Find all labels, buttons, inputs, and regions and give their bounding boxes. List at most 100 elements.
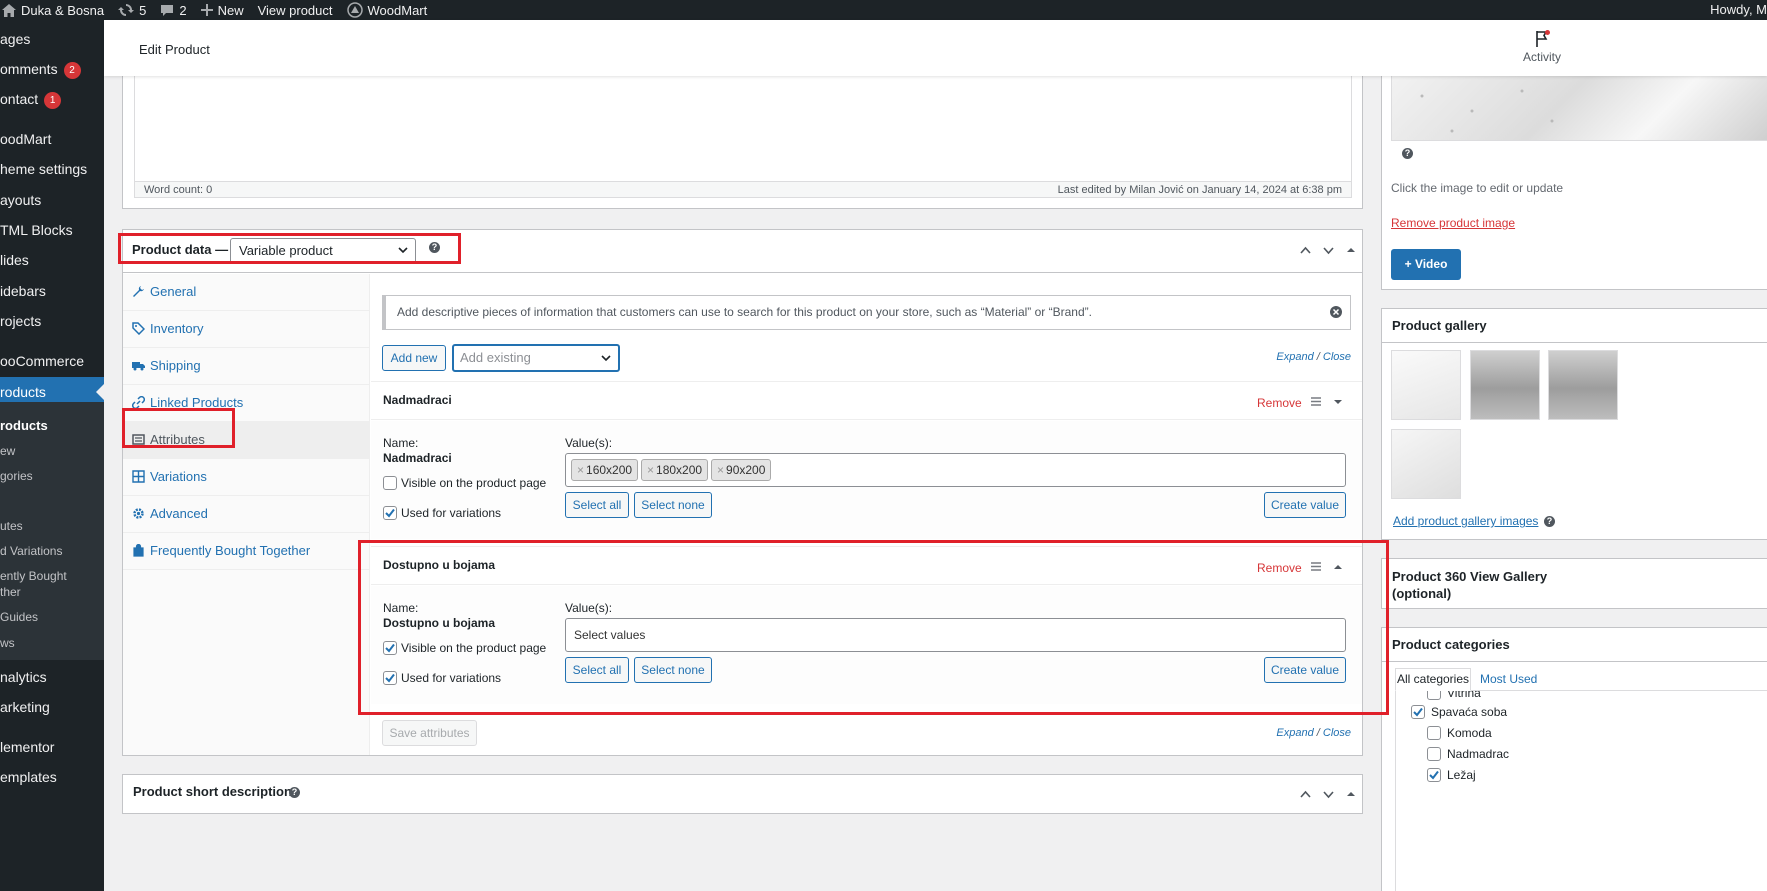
visible-on-product-page-checkbox[interactable]: Visible on the product page — [383, 476, 546, 490]
gear-icon — [133, 508, 144, 519]
category-item[interactable]: Vitrina — [1427, 691, 1481, 700]
menu-theme-settings[interactable]: heme settings — [0, 154, 104, 184]
move-down-icon[interactable] — [1322, 244, 1335, 257]
move-up-icon[interactable] — [1299, 788, 1312, 801]
menu-label: TML Blocks — [0, 222, 73, 238]
menu-marketing[interactable]: arketing — [0, 692, 104, 722]
help-icon[interactable]: ? — [289, 787, 300, 798]
help-icon[interactable]: ? — [1544, 516, 1555, 527]
submenu-all-products[interactable]: roducts — [0, 418, 104, 434]
add-existing-attribute-select[interactable]: Add existing — [452, 344, 620, 372]
gallery-header[interactable]: Product gallery — [1382, 309, 1767, 343]
values-select[interactable]: × 160x200 × 180x200 × 90x200 — [565, 453, 1346, 487]
menu-templates[interactable]: emplates — [0, 762, 104, 792]
home-icon — [2, 3, 16, 17]
submenu-attributes[interactable]: utes — [0, 518, 104, 534]
close-link[interactable]: Close — [1323, 727, 1351, 739]
menu-slides[interactable]: lides — [0, 245, 104, 275]
submenu-reviews[interactable]: ws — [0, 635, 104, 651]
close-link[interactable]: Close — [1323, 351, 1351, 363]
category-item[interactable]: Komoda — [1427, 726, 1492, 740]
view-product-link[interactable]: View product — [258, 3, 333, 18]
menu-elementor[interactable]: lementor — [0, 732, 104, 762]
menu-projects[interactable]: rojects — [0, 306, 104, 336]
categories-header[interactable]: Product categories — [1382, 628, 1767, 662]
expand-link[interactable]: Expand — [1276, 351, 1313, 363]
collapse-toggle-icon[interactable] — [1346, 789, 1356, 799]
remove-chip-icon[interactable]: × — [577, 463, 584, 477]
gallery-thumb[interactable] — [1548, 350, 1618, 420]
menu-pages[interactable]: ages — [0, 24, 104, 54]
tab-all-categories[interactable]: All categories — [1395, 668, 1471, 691]
howdy-user[interactable]: Howdy, M — [1710, 0, 1767, 20]
value-chip[interactable]: × 90x200 — [711, 459, 772, 481]
move-down-icon[interactable] — [1322, 788, 1335, 801]
menu-woocommerce[interactable]: ooCommerce — [0, 346, 104, 376]
remove-chip-icon[interactable]: × — [717, 463, 724, 477]
category-item[interactable]: Spavaća soba — [1411, 705, 1507, 719]
select-none-button[interactable]: Select none — [634, 492, 712, 518]
used-for-variations-checkbox[interactable]: Used for variations — [383, 506, 501, 520]
close-icon[interactable] — [1330, 306, 1342, 318]
woodmart-label: WoodMart — [367, 2, 428, 18]
product-image[interactable] — [1391, 76, 1767, 141]
comments-badge: 2 — [63, 62, 81, 79]
create-value-button[interactable]: Create value — [1264, 492, 1346, 518]
drag-handle-icon[interactable] — [1311, 397, 1321, 406]
tab-general[interactable]: General — [123, 274, 370, 311]
expand-link[interactable]: Expand — [1276, 727, 1313, 739]
select-all-button[interactable]: Select all — [565, 492, 629, 518]
gallery-thumb[interactable] — [1391, 350, 1461, 420]
remove-product-image-link[interactable]: Remove product image — [1391, 216, 1515, 230]
submenu-categories[interactable]: gories — [0, 468, 104, 484]
submenu-frequently-bought[interactable]: ently Bought — [0, 568, 104, 584]
attribute-header[interactable]: Nadmadraci Remove — [371, 382, 1362, 420]
add-gallery-images-link[interactable]: Add product gallery images — [1393, 514, 1538, 528]
add-video-button[interactable]: + Video — [1391, 249, 1461, 280]
site-name-link[interactable]: Duka & Bosna — [2, 3, 104, 18]
submenu-frequently-bought-line2: ther — [0, 585, 21, 599]
submenu-add-new[interactable]: ew — [0, 443, 104, 459]
gallery-thumb[interactable] — [1391, 429, 1461, 499]
gallery-thumb[interactable] — [1470, 350, 1540, 420]
notice-text: Add descriptive pieces of information th… — [397, 305, 1092, 319]
menu-analytics[interactable]: nalytics — [0, 662, 104, 692]
tab-shipping[interactable]: Shipping — [123, 348, 370, 385]
updates-link[interactable]: 5 — [118, 3, 146, 18]
collapse-toggle-icon[interactable] — [1346, 245, 1356, 255]
tab-most-used[interactable]: Most Used — [1480, 672, 1537, 686]
remove-attribute-link[interactable]: Remove — [1257, 396, 1302, 410]
menu-html-blocks[interactable]: TML Blocks — [0, 215, 104, 245]
save-attributes-button[interactable]: Save attributes — [382, 720, 477, 746]
move-up-icon[interactable] — [1299, 244, 1312, 257]
tab-inventory[interactable]: Inventory — [123, 311, 370, 348]
category-item[interactable]: Nadmadrac — [1427, 747, 1509, 761]
help-icon[interactable]: ? — [1402, 148, 1413, 159]
product-360-title[interactable]: Product 360 View Gallery (optional) — [1392, 568, 1562, 602]
woodmart-link[interactable]: WoodMart — [346, 2, 428, 18]
category-item[interactable]: Ležaj — [1427, 768, 1476, 782]
comments-link[interactable]: 2 — [160, 3, 187, 18]
tab-advanced[interactable]: Advanced — [123, 496, 370, 533]
menu-layouts[interactable]: ayouts — [0, 185, 104, 215]
tab-variations[interactable]: Variations — [123, 459, 370, 496]
remove-chip-icon[interactable]: × — [647, 463, 654, 477]
attribute-row: Nadmadraci Remove Name: Nadmadraci Visib… — [371, 381, 1362, 541]
add-new-attribute-button[interactable]: Add new — [382, 345, 446, 371]
value-chip[interactable]: × 180x200 — [641, 459, 709, 481]
menu-sidebars[interactable]: idebars — [0, 276, 104, 306]
submenu-bulk-variations[interactable]: d Variations — [0, 543, 104, 559]
menu-contact[interactable]: ontact 1 — [0, 84, 104, 114]
caret-down-icon[interactable] — [1334, 398, 1342, 406]
tab-label: Inventory — [150, 321, 204, 336]
activity-button[interactable]: Activity — [1517, 28, 1567, 64]
new-content-link[interactable]: New — [200, 2, 244, 18]
product-gallery-box: Product gallery Add product gallery imag… — [1381, 308, 1767, 540]
new-label: New — [217, 2, 244, 18]
menu-comments[interactable]: omments 2 — [0, 54, 104, 84]
submenu-size-guides[interactable]: Guides — [0, 609, 104, 625]
menu-woodmart[interactable]: oodMart — [0, 124, 104, 154]
tab-frequently-bought-together[interactable]: Frequently Bought Together — [123, 533, 370, 570]
value-chip[interactable]: × 160x200 — [571, 459, 639, 481]
editor-textarea[interactable] — [134, 76, 1352, 182]
